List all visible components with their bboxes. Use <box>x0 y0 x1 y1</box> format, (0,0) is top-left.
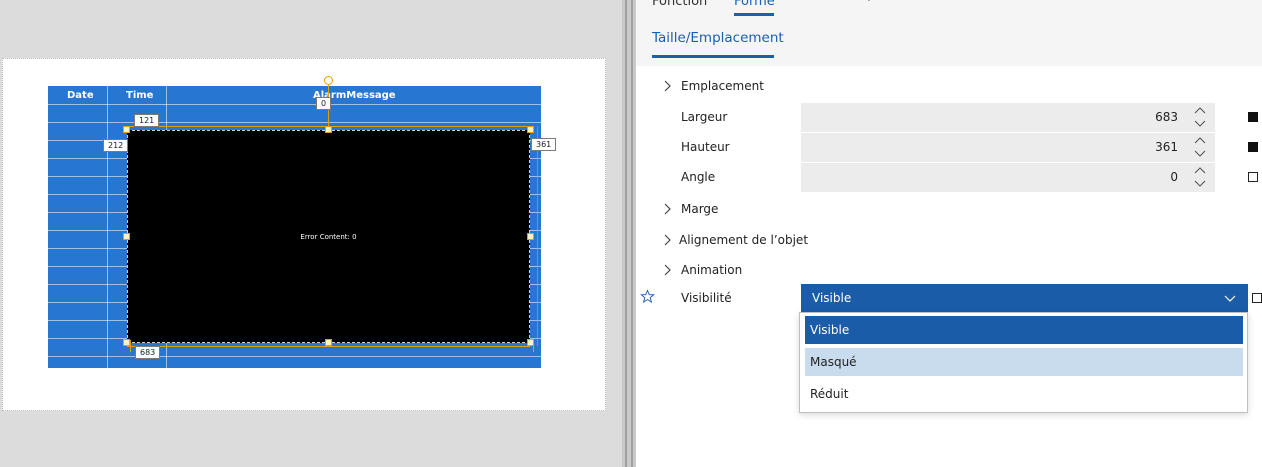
design-canvas[interactable]: Date Time AlarmMessage Error Content: 0 … <box>0 0 622 467</box>
dynamic-square-icon[interactable] <box>1252 293 1262 303</box>
grid-row-line <box>48 356 541 357</box>
visibilite-select[interactable]: Visible <box>801 284 1248 313</box>
top-tabs: Fonction Forme <box>636 0 1262 20</box>
chevron-right-icon <box>664 80 671 92</box>
visibilite-dropdown-list: Visible Masqué Réduit <box>799 312 1248 413</box>
group-label: Animation <box>681 263 743 277</box>
tab-forme[interactable]: Forme <box>734 0 775 9</box>
hauteur-input[interactable]: 361 <box>801 133 1215 162</box>
properties-panel: Fonction Forme Taille/Emplacement Emplac… <box>636 0 1262 467</box>
dynamic-square-icon[interactable] <box>1248 112 1258 122</box>
option-masque[interactable]: Masqué <box>805 348 1243 376</box>
group-label: Emplacement <box>681 79 764 93</box>
angle-input[interactable]: 0 <box>801 163 1215 192</box>
dynamic-square-icon[interactable] <box>1248 172 1258 182</box>
resize-handle-right[interactable] <box>527 233 534 240</box>
property-largeur: Largeur 683 <box>636 103 1262 132</box>
angle-value: 0 <box>1170 170 1178 184</box>
resize-handle-left[interactable] <box>123 233 130 240</box>
spinner-icon[interactable] <box>1193 165 1207 189</box>
splitter-grip <box>625 0 627 467</box>
subtab-size-position[interactable]: Taille/Emplacement <box>652 30 784 46</box>
dynamic-square-icon[interactable] <box>1248 142 1258 152</box>
group-marge[interactable]: Marge <box>636 196 1262 224</box>
column-header-time: Time <box>126 90 154 101</box>
property-label: Visibilité <box>681 291 732 305</box>
group-emplacement[interactable]: Emplacement <box>636 73 1262 101</box>
tab-forme-underline <box>734 13 774 16</box>
group-label: Marge <box>681 202 719 216</box>
group-alignement[interactable]: Alignement de l’objet <box>636 227 1262 255</box>
option-reduit[interactable]: Réduit <box>805 380 1243 408</box>
chevron-right-icon <box>664 203 671 215</box>
largeur-input[interactable]: 683 <box>801 103 1215 132</box>
property-label: Hauteur <box>681 140 730 154</box>
resize-handle-bottom-left[interactable] <box>123 339 130 346</box>
bottom-left-guide <box>130 340 131 352</box>
favorite-star-icon[interactable] <box>640 289 655 304</box>
property-hauteur: Hauteur 361 <box>636 133 1262 162</box>
option-label: Masqué <box>810 355 857 369</box>
property-label: Largeur <box>681 110 728 124</box>
events-tab-icon[interactable] <box>862 0 876 6</box>
error-content-object[interactable]: Error Content: 0 <box>127 130 530 343</box>
spinner-icon[interactable] <box>1193 135 1207 159</box>
resize-handle-bottom-right[interactable] <box>527 339 534 346</box>
group-label: Alignement de l’objet <box>679 233 809 247</box>
width-readout: 683 <box>135 346 161 359</box>
property-label: Angle <box>681 170 716 184</box>
error-content-text: Error Content: 0 <box>300 232 357 241</box>
resize-handle-bottom[interactable] <box>325 339 332 346</box>
largeur-value: 683 <box>1155 110 1178 124</box>
rotation-handle[interactable] <box>324 76 333 85</box>
tab-fonction[interactable]: Fonction <box>652 0 707 9</box>
resize-handle-top-left[interactable] <box>123 126 130 133</box>
column-header-date: Date <box>67 90 94 101</box>
height-readout: 361 <box>531 138 557 151</box>
animation-tab-icon[interactable] <box>812 0 826 6</box>
bottom-guide-line <box>127 346 530 347</box>
grid-column-divider <box>107 86 108 368</box>
top-position-readout: 121 <box>134 114 160 127</box>
spinner-icon[interactable] <box>1193 105 1207 129</box>
chevron-right-icon <box>664 234 671 246</box>
property-angle: Angle 0 <box>636 163 1262 192</box>
option-visible[interactable]: Visible <box>805 316 1243 344</box>
option-label: Visible <box>810 323 850 337</box>
group-animation[interactable]: Animation <box>636 257 1262 285</box>
subtab-underline <box>652 55 774 58</box>
hauteur-value: 361 <box>1155 140 1178 154</box>
option-label: Réduit <box>810 387 849 401</box>
visibilite-value: Visible <box>812 291 852 305</box>
resize-handle-top[interactable] <box>325 126 332 133</box>
right-guide-line <box>537 126 538 346</box>
panel-splitter[interactable] <box>622 0 636 467</box>
splitter-grip <box>631 0 633 467</box>
chevron-down-icon <box>1224 295 1236 302</box>
angle-readout: 0 <box>316 97 332 110</box>
left-position-readout: 212 <box>103 139 129 152</box>
chevron-right-icon <box>664 264 671 276</box>
property-visibilite: Visibilité Visible <box>636 284 1262 313</box>
grid-row-line <box>48 104 541 105</box>
resize-handle-top-right[interactable] <box>527 126 534 133</box>
grid-row-line <box>48 122 541 123</box>
